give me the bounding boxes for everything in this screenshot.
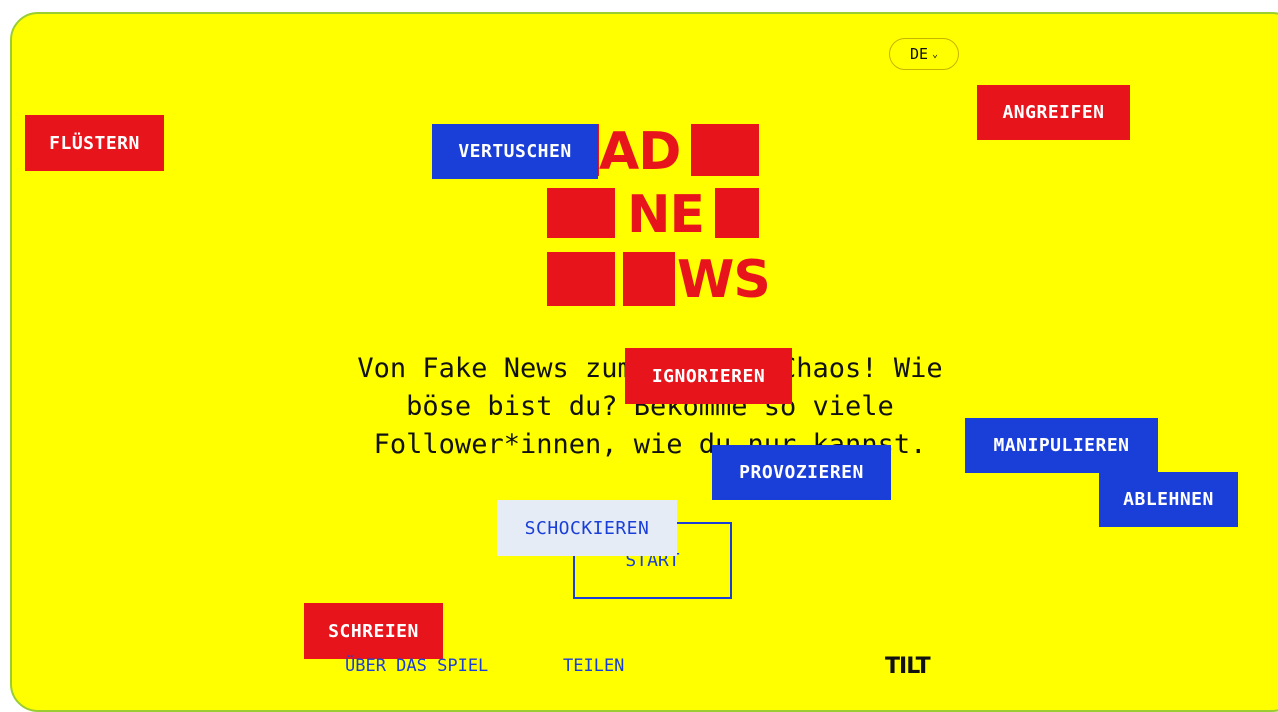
logo-block	[623, 252, 675, 306]
word-tag-manipulieren: MANIPULIEREN	[965, 418, 1158, 473]
word-tag-provozieren: PROVOZIEREN	[712, 445, 891, 500]
word-tag-schreien: SCHREIEN	[304, 603, 443, 659]
word-tag-angreifen: ANGREIFEN	[977, 85, 1130, 140]
word-tag-schockieren: SCHOCKIEREN	[497, 500, 677, 556]
logo-word-2: NE	[627, 185, 705, 245]
word-tag-fluestern: FLÜSTERN	[25, 115, 164, 171]
logo-block	[547, 188, 615, 238]
language-label: DE	[909, 45, 929, 63]
about-game-link[interactable]: ÜBER DAS SPIEL	[345, 656, 488, 676]
logo-word-3: WS	[677, 250, 771, 310]
svg-text:TILT: TILT	[885, 654, 931, 676]
logo-block	[691, 124, 759, 176]
tilt-logo[interactable]: TILT	[885, 654, 961, 676]
logo-block	[547, 252, 615, 306]
language-selector[interactable]: DE ⌄	[889, 38, 959, 70]
word-tag-ignorieren: IGNORIEREN	[625, 348, 792, 404]
share-link[interactable]: TEILEN	[563, 656, 624, 676]
word-tag-ablehnen: ABLEHNEN	[1099, 472, 1238, 527]
chevron-down-icon: ⌄	[932, 48, 939, 60]
logo-block	[715, 188, 759, 238]
logo-word-1: AD	[599, 122, 681, 182]
word-tag-vertuschen: VERTUSCHEN	[432, 124, 598, 179]
